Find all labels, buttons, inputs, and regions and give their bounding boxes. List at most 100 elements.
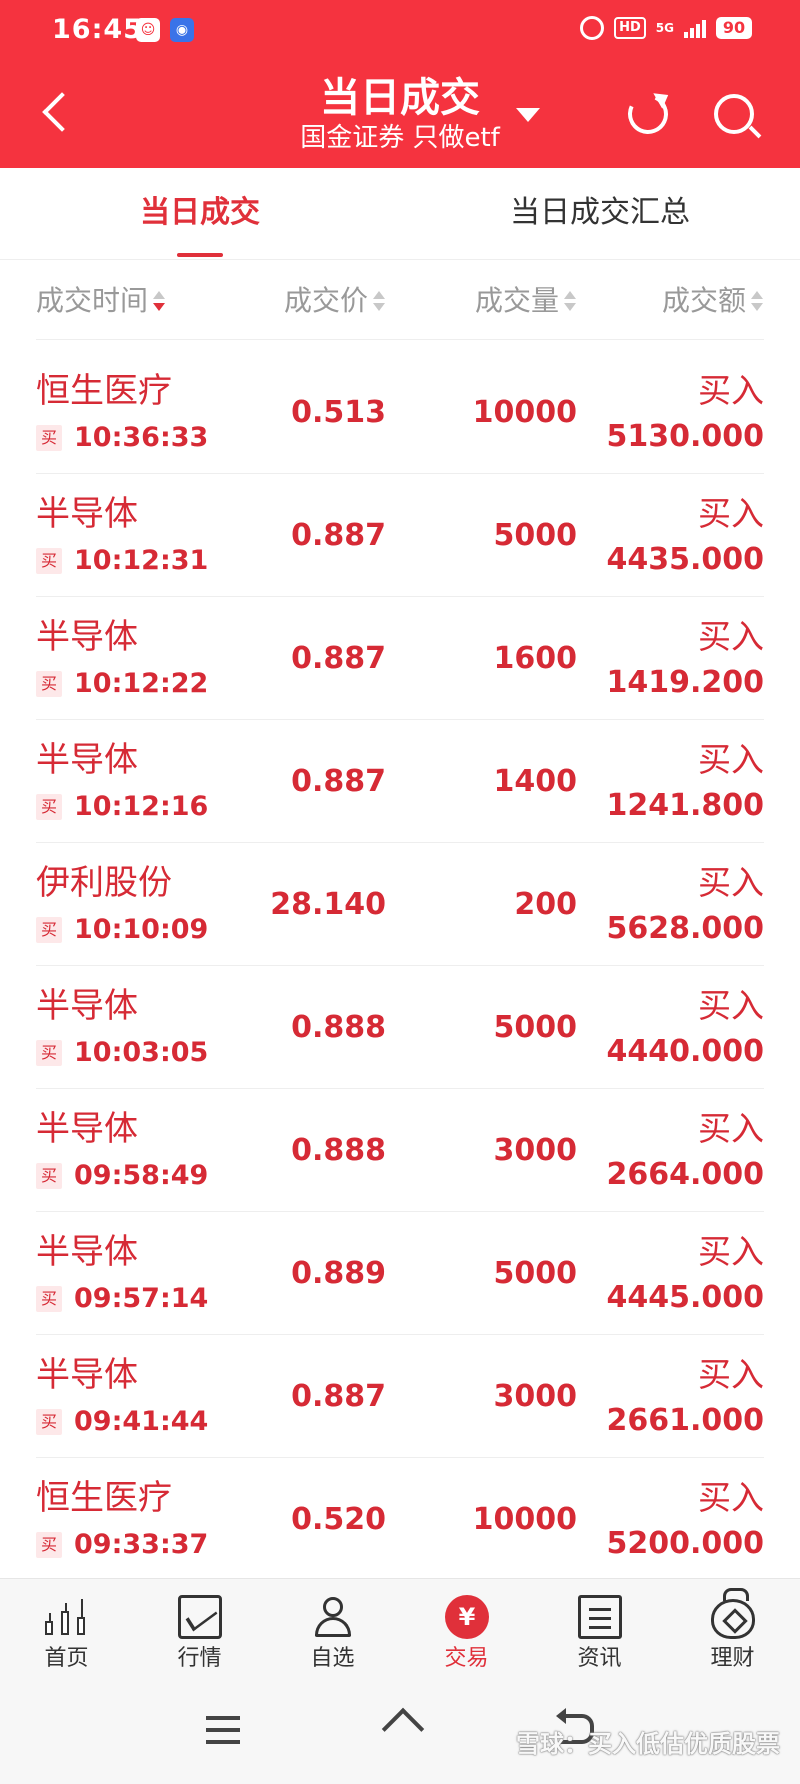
nav-trade[interactable]: ¥ 交易	[400, 1579, 533, 1685]
money-bag-icon	[711, 1588, 755, 1639]
trade-price: 28.140	[270, 887, 386, 922]
trade-direction: 买入	[698, 1232, 764, 1271]
app-badge-icon: ◉	[170, 18, 194, 42]
account-subtitle: 国金证券 只做etf	[300, 123, 500, 153]
search-button[interactable]	[712, 92, 762, 142]
table-row[interactable]: 半导体 买 10:12:16 0.887 1400 买入 1241.800	[36, 720, 764, 843]
home-icon[interactable]	[382, 1712, 422, 1748]
status-left-icons: ☺ ◉	[136, 18, 194, 42]
trade-time: 09:58:49	[74, 1160, 209, 1191]
header-trade-amount[interactable]: 成交额	[662, 262, 764, 340]
trade-volume: 5000	[493, 1010, 578, 1045]
user-check-icon	[311, 1595, 355, 1639]
nav-market[interactable]: 行情	[133, 1579, 266, 1685]
nav-home[interactable]: 首页	[0, 1579, 133, 1685]
side-badge: 买	[36, 917, 62, 943]
trade-volume: 1600	[493, 641, 578, 676]
trade-amount: 5200.000	[606, 1526, 764, 1561]
trade-time: 10:10:09	[74, 914, 209, 945]
side-badge: 买	[36, 671, 62, 697]
trade-time: 10:12:22	[74, 668, 209, 699]
document-icon	[578, 1595, 622, 1639]
trade-price: 0.887	[291, 1379, 386, 1414]
trade-direction: 买入	[698, 617, 764, 656]
nav-label: 行情	[177, 1646, 222, 1671]
nav-news[interactable]: 资讯	[533, 1579, 666, 1685]
trade-price: 0.887	[291, 764, 386, 799]
column-headers: 成交时间 成交价 成交量 成交额	[36, 262, 764, 340]
yuan-icon: ¥	[445, 1595, 489, 1639]
trade-price: 0.889	[291, 1256, 386, 1291]
trade-direction: 买入	[698, 371, 764, 410]
page-title: 当日成交	[320, 75, 480, 121]
table-row[interactable]: 恒生医疗 买 10:36:33 0.513 10000 买入 5130.000	[36, 351, 764, 474]
header-trade-price[interactable]: 成交价	[284, 262, 386, 340]
network-type: 5G	[655, 21, 674, 35]
table-row[interactable]: 伊利股份 买 10:10:09 28.140 200 买入 5628.000	[36, 843, 764, 966]
tab-today-trades-summary[interactable]: 当日成交汇总	[400, 168, 800, 260]
trade-time: 09:33:37	[74, 1529, 209, 1560]
trade-time: 10:12:16	[74, 791, 209, 822]
table-row[interactable]: 半导体 买 10:12:22 0.887 1600 买入 1419.200	[36, 597, 764, 720]
app-header: 16:45 ☺ ◉ HD 5G 90 当日成交 国金证券 只做etf	[0, 0, 800, 168]
nav-label: 交易	[444, 1646, 489, 1671]
security-name: 半导体	[36, 1355, 138, 1395]
hd-badge: HD	[614, 17, 646, 39]
active-tab-indicator	[177, 253, 223, 257]
trade-volume: 5000	[493, 1256, 578, 1291]
title-area[interactable]: 当日成交 国金证券 只做etf	[0, 74, 800, 154]
trade-list: 恒生医疗 买 10:36:33 0.513 10000 买入 5130.000 …	[36, 351, 764, 1581]
sort-desc-icon	[152, 290, 166, 314]
status-bar: 16:45 ☺ ◉ HD 5G 90	[0, 0, 800, 62]
nav-wealth[interactable]: 理财	[666, 1579, 799, 1685]
trade-price: 0.520	[291, 1502, 386, 1537]
side-badge: 买	[36, 548, 62, 574]
table-row[interactable]: 恒生医疗 买 09:33:37 0.520 10000 买入 5200.000	[36, 1458, 764, 1581]
menu-icon[interactable]	[206, 1716, 240, 1720]
trade-direction: 买入	[698, 863, 764, 902]
trade-direction: 买入	[698, 1355, 764, 1394]
trade-volume: 10000	[472, 1502, 577, 1537]
trade-amount: 4440.000	[606, 1034, 764, 1069]
table-row[interactable]: 半导体 买 10:03:05 0.888 5000 买入 4440.000	[36, 966, 764, 1089]
tab-today-trades[interactable]: 当日成交	[0, 168, 400, 260]
battery-icon: 90	[716, 17, 752, 39]
trade-amount: 2664.000	[606, 1157, 764, 1192]
security-name: 半导体	[36, 1109, 138, 1149]
security-name: 半导体	[36, 617, 138, 657]
status-time: 16:45	[52, 14, 143, 45]
side-badge: 买	[36, 1040, 62, 1066]
nav-watchlist[interactable]: 自选	[266, 1579, 399, 1685]
sort-icon	[563, 290, 577, 314]
table-row[interactable]: 半导体 买 09:41:44 0.887 3000 买入 2661.000	[36, 1335, 764, 1458]
table-row[interactable]: 半导体 买 10:12:31 0.887 5000 买入 4435.000	[36, 474, 764, 597]
watermark: 雪球：买入低估优质股票	[516, 1730, 780, 1758]
table-row[interactable]: 半导体 买 09:57:14 0.889 5000 买入 4445.000	[36, 1212, 764, 1335]
security-name: 半导体	[36, 1232, 138, 1272]
trade-amount: 4445.000	[606, 1280, 764, 1315]
system-navigation: 雪球：买入低估优质股票	[0, 1684, 800, 1784]
notification-icon: ☺	[136, 18, 160, 42]
table-row[interactable]: 半导体 买 09:58:49 0.888 3000 买入 2664.000	[36, 1089, 764, 1212]
trade-time: 10:03:05	[74, 1037, 209, 1068]
refresh-button[interactable]	[622, 87, 674, 140]
nav-label: 资讯	[577, 1646, 622, 1671]
side-badge: 买	[36, 425, 62, 451]
trade-price: 0.888	[291, 1133, 386, 1168]
trade-direction: 买入	[698, 1478, 764, 1517]
header-trade-volume[interactable]: 成交量	[475, 262, 577, 340]
trade-price: 0.513	[291, 395, 386, 430]
signal-icon	[684, 18, 706, 38]
side-badge: 买	[36, 794, 62, 820]
trade-amount: 1419.200	[606, 665, 764, 700]
trade-price: 0.887	[291, 518, 386, 553]
trade-time: 10:36:33	[74, 422, 209, 453]
status-right: HD 5G 90	[580, 16, 752, 40]
trade-direction: 买入	[698, 1109, 764, 1148]
trade-price: 0.888	[291, 1010, 386, 1045]
nav-label: 理财	[710, 1646, 755, 1671]
sort-icon	[372, 290, 386, 314]
security-name: 半导体	[36, 494, 138, 534]
account-dropdown-icon[interactable]	[516, 108, 540, 122]
header-trade-time[interactable]: 成交时间	[36, 262, 166, 340]
